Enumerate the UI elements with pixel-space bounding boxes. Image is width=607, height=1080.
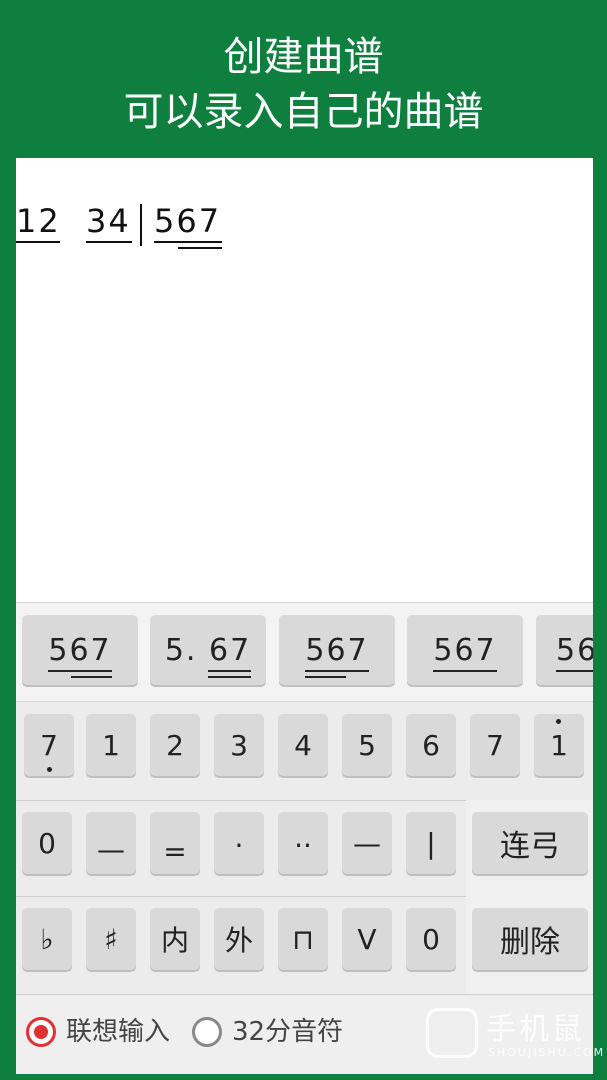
outer-key[interactable]: 外 — [214, 908, 264, 970]
underline — [71, 675, 112, 678]
double-dot-key[interactable]: ·· — [278, 812, 328, 874]
suggestion-label: 56 — [556, 632, 593, 668]
row-divider — [16, 896, 466, 897]
associative-radio[interactable] — [26, 1017, 56, 1047]
associative-label: 联想输入 — [66, 1017, 171, 1047]
score-group-2: 34 — [86, 202, 131, 240]
note-key-1[interactable]: 1 — [86, 714, 136, 776]
score-group-3: 567 — [154, 202, 222, 240]
thirtysecond-radio[interactable] — [192, 1017, 222, 1047]
suggestion-label: 567 — [305, 632, 369, 668]
watermark: 手机鼠 SHOUJISHU.COM — [422, 1000, 603, 1070]
underline — [208, 675, 252, 678]
header-banner: 创建曲谱 可以录入自己的曲谱 — [0, 0, 607, 158]
down-bow-key[interactable]: ⊓ — [278, 908, 328, 970]
score-underline — [86, 241, 132, 243]
sharp-key[interactable]: ♯ — [86, 908, 136, 970]
note-key-low-7[interactable]: 7 — [24, 714, 74, 776]
suggestion-bar: 567 5. 67 567 567 56 — [16, 602, 593, 702]
note-key-3[interactable]: 3 — [214, 714, 264, 776]
score-underline — [16, 241, 60, 243]
suggestion-key[interactable]: 567 — [407, 615, 523, 685]
high-octave-dot — [556, 718, 562, 724]
underline-double-key[interactable]: = — [150, 812, 200, 874]
note-key-5[interactable]: 5 — [342, 714, 392, 776]
score-group-1: 12 — [16, 202, 61, 240]
inner-key[interactable]: 内 — [150, 908, 200, 970]
page-subtitle: 可以录入自己的曲谱 — [123, 89, 484, 135]
score-underline — [154, 241, 222, 243]
score-underline — [178, 247, 222, 249]
note-key-high-1[interactable]: 1 — [534, 714, 584, 776]
underline — [305, 675, 346, 678]
rest-key[interactable]: 0 — [22, 812, 72, 874]
suggestion-key[interactable]: 567 — [279, 615, 395, 685]
note-label: 1 — [550, 728, 568, 762]
note-key-2[interactable]: 2 — [150, 714, 200, 776]
suggestion-label: 567 — [433, 632, 497, 668]
page-title: 创建曲谱 — [223, 34, 384, 80]
underline — [433, 669, 497, 672]
underline — [208, 669, 252, 672]
barline-key[interactable]: | — [406, 812, 456, 874]
suggestion-label: 5. 67 — [164, 632, 252, 668]
dash-key[interactable]: — — [342, 812, 392, 874]
underline — [556, 669, 593, 672]
flat-key[interactable]: ♭ — [22, 908, 72, 970]
note-key-7[interactable]: 7 — [470, 714, 520, 776]
up-bow-key[interactable]: V — [342, 908, 392, 970]
watermark-sub: SHOUJISHU.COM — [488, 1046, 606, 1059]
delete-button[interactable]: 删除 — [472, 908, 588, 970]
suggestion-key[interactable]: 5. 67 — [150, 615, 266, 685]
note-key-4[interactable]: 4 — [278, 714, 328, 776]
bar-line — [140, 204, 142, 246]
underline — [48, 669, 112, 672]
watermark-logo-icon — [426, 1008, 478, 1058]
low-octave-dot — [47, 766, 53, 772]
underline — [305, 669, 369, 672]
note-key-6[interactable]: 6 — [406, 714, 456, 776]
suggestion-key[interactable]: 56 — [536, 615, 593, 685]
zero-key[interactable]: 0 — [406, 908, 456, 970]
suggestion-key[interactable]: 567 — [22, 615, 138, 685]
thirtysecond-label: 32分音符 — [232, 1017, 344, 1047]
score-editor[interactable]: 12 34 567 — [16, 158, 593, 602]
note-label: 7 — [40, 728, 58, 762]
underline-single-key[interactable]: — — [86, 812, 136, 874]
slur-button[interactable]: 连弓 — [472, 812, 588, 874]
suggestion-label: 567 — [48, 632, 112, 668]
watermark-main: 手机鼠 — [486, 1012, 585, 1047]
dot-key[interactable]: · — [214, 812, 264, 874]
